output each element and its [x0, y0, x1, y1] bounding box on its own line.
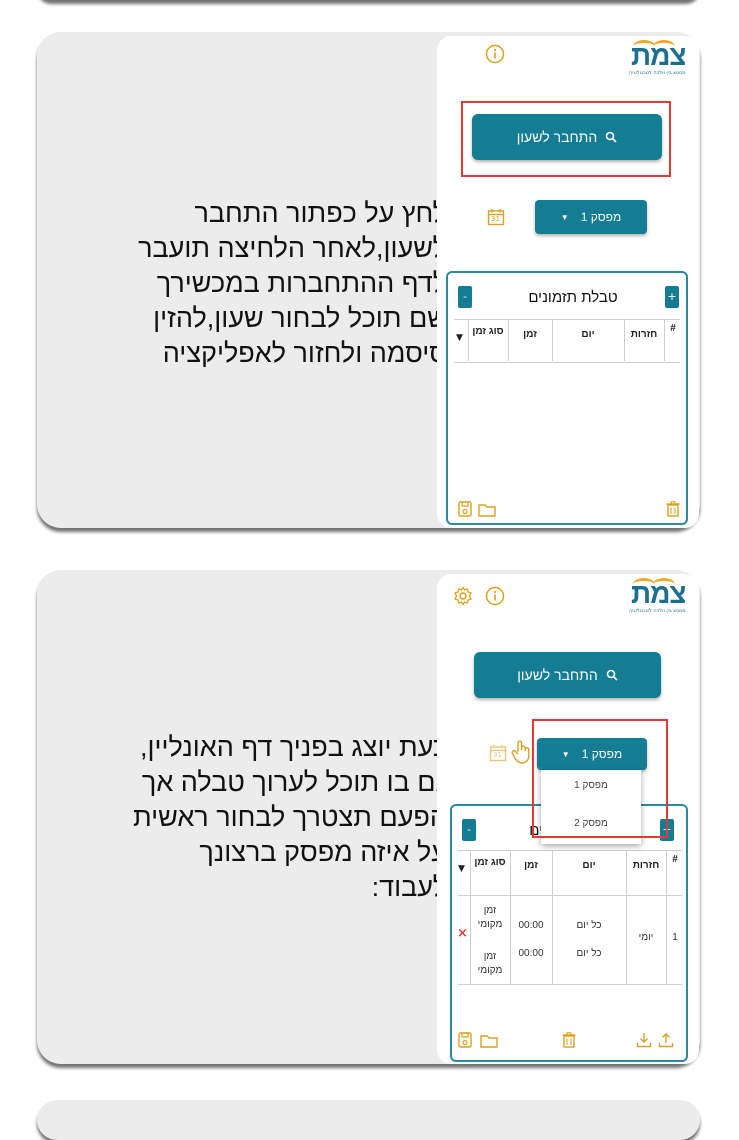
logo: צמת מסגש בין וולכה לטכנולוגיה [629, 40, 686, 76]
row-time-type: זמן מקומי [477, 951, 503, 976]
header-time-type: סוג זמן [472, 326, 504, 337]
instruction-line: כעת יוצג בפניך דף האונליין, [139, 732, 447, 762]
folder-icon[interactable] [478, 502, 496, 521]
switch-dropdown[interactable]: מפסק 1 ▼ [535, 200, 647, 234]
instruction-line: לדף ההתחברות במכשירך [156, 268, 447, 298]
search-icon [606, 669, 618, 681]
row-day: כל יום [576, 920, 602, 931]
instruction-line: גם בו תוכל לערוך טבלה אך [141, 767, 447, 797]
row-repeat: יומי [638, 932, 654, 943]
header-time-type: סוג זמן [474, 857, 506, 868]
header-index: # [670, 323, 676, 334]
upload-icon[interactable] [658, 1032, 674, 1052]
instruction-line: הפעם תצטרך לבחור ראשית [133, 802, 447, 832]
row-index: 1 [672, 932, 678, 943]
delete-row-icon[interactable]: × [457, 926, 468, 941]
folder-icon[interactable] [480, 1033, 498, 1052]
calendar-day: 31 [491, 215, 500, 223]
instruction-line: שם תוכל לבחור שעון,להזין [153, 303, 447, 333]
search-icon [605, 131, 617, 143]
instruction-line: סיסמה ולחזור לאפליקציה [162, 338, 447, 368]
row-time: 00:00 [518, 948, 544, 959]
trash-icon[interactable] [562, 1032, 576, 1052]
app-screenshot-2: צמת מסגש בין וולכה לטכנולוגיה התחבר לשעו… [437, 574, 699, 1064]
info-icon[interactable] [485, 44, 505, 68]
gear-icon[interactable] [453, 586, 473, 610]
header-repeat: חזרות [630, 329, 658, 340]
step-card-1: לחץ על כפתור התחבר לשעון,לאחר הלחיצה תוע… [37, 32, 700, 528]
remove-row-button[interactable]: - [458, 286, 472, 308]
header-index: # [672, 854, 678, 865]
row-time-type: זמן מקומי [477, 905, 503, 930]
header-day: יום [581, 329, 595, 340]
header-time: זמן [523, 329, 537, 340]
info-icon[interactable] [485, 586, 505, 610]
instruction-line: לעבוד: [371, 872, 447, 902]
sort-arrow-icon[interactable]: ▼ [456, 333, 463, 343]
trash-icon[interactable] [666, 501, 680, 521]
app-screenshot-1: צמת מסגש בין וולכה לטכנולוגיה התחבר לשעו… [437, 36, 699, 528]
calendar-icon[interactable]: 31 [489, 744, 507, 762]
connect-watch-button[interactable]: התחבר לשעון [472, 114, 662, 160]
save-icon[interactable] [458, 1032, 472, 1052]
connect-label: התחבר לשעון [516, 129, 598, 145]
save-icon[interactable] [458, 501, 472, 521]
logo: צמת מסגש בין וולכה לטכנולוגיה [629, 578, 686, 614]
row-time: 00:00 [518, 920, 544, 931]
download-icon[interactable] [636, 1032, 652, 1052]
highlight-box [532, 719, 668, 838]
header-day: יום [582, 860, 596, 871]
instruction-line: לשעון,לאחר הלחיצה תועבר [138, 233, 447, 263]
sort-arrow-icon[interactable]: ▼ [458, 864, 465, 874]
row-day: כל יום [576, 948, 602, 959]
switch-selected: מפסק 1 [580, 210, 622, 224]
table-title: טבלת תזמונים [528, 289, 618, 306]
step-card-2: כעת יוצג בפניך דף האונליין, גם בו תוכל ל… [37, 570, 700, 1064]
schedule-table: + - טבלת תזמונים # חזרות יום זמן סוג זמן… [446, 271, 688, 525]
instruction-line: לחץ על כפתור התחבר [194, 198, 447, 228]
next-step-card [37, 1100, 700, 1140]
header-time: זמן [524, 860, 538, 871]
pointer-hand-icon [511, 740, 533, 768]
connect-label: התחבר לשעון [517, 667, 598, 683]
add-row-button[interactable]: + [665, 286, 679, 308]
step-2-instruction: כעת יוצג בפניך דף האונליין, גם בו תוכל ל… [67, 730, 447, 905]
header-repeat: חזרות [632, 860, 660, 871]
chevron-down-icon: ▼ [560, 212, 569, 222]
instruction-line: על איזה מפסק ברצונך [199, 837, 447, 867]
connect-watch-button[interactable]: התחבר לשעון [474, 652, 661, 698]
calendar-day: 31 [493, 751, 502, 759]
calendar-icon[interactable]: 31 [487, 208, 505, 226]
step-1-instruction: לחץ על כפתור התחבר לשעון,לאחר הלחיצה תוע… [67, 196, 447, 371]
remove-row-button[interactable]: - [462, 819, 476, 841]
